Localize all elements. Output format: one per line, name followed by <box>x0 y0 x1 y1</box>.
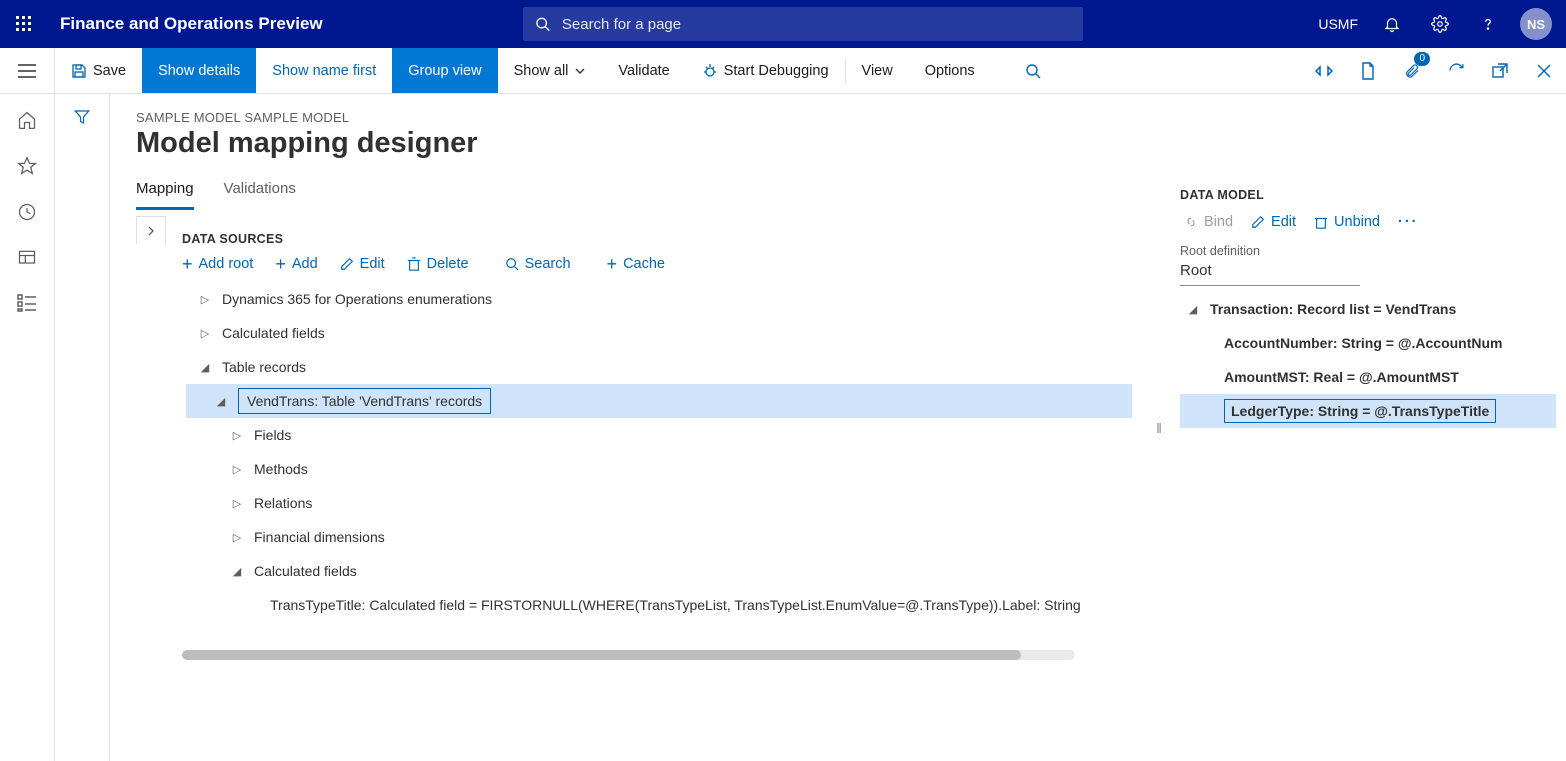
root-definition-value[interactable]: Root <box>1180 258 1360 286</box>
dm-node-ledger[interactable]: LedgerType: String = @.TransTypeTitle <box>1180 394 1556 428</box>
edit-button[interactable]: Edit <box>340 256 385 272</box>
filter-icon[interactable] <box>73 108 91 761</box>
trash-icon <box>1314 215 1328 229</box>
left-rail <box>0 94 55 761</box>
tree-node-financial-dimensions[interactable]: ▷Financial dimensions <box>186 520 1132 554</box>
dm-node-transaction[interactable]: ◢Transaction: Record list = VendTrans <box>1180 292 1556 326</box>
more-actions-icon[interactable]: ··· <box>1398 214 1419 230</box>
popout-icon[interactable] <box>1478 48 1522 93</box>
horizontal-scrollbar[interactable] <box>182 650 1075 660</box>
search-button[interactable]: Search <box>505 256 571 272</box>
view-button[interactable]: View <box>846 48 909 93</box>
data-source-tree: ▷Dynamics 365 for Operations enumeration… <box>182 282 1132 622</box>
show-all-label: Show all <box>514 63 569 79</box>
add-label: Add <box>292 256 318 272</box>
tree-node-table-records[interactable]: ◢Table records <box>186 350 1132 384</box>
attachment-icon[interactable]: 0 <box>1390 48 1434 93</box>
options-button[interactable]: Options <box>909 48 991 93</box>
unbind-label: Unbind <box>1334 214 1380 230</box>
page-title: Model mapping designer <box>136 127 1132 160</box>
validate-button[interactable]: Validate <box>602 48 685 93</box>
hamburger-icon[interactable] <box>0 48 55 93</box>
user-avatar[interactable]: NS <box>1514 0 1558 48</box>
command-bar: Save Show details Show name first Group … <box>0 48 1566 94</box>
root-definition-label: Root definition <box>1180 244 1556 258</box>
dm-edit-label: Edit <box>1271 214 1296 230</box>
unbind-button[interactable]: Unbind <box>1314 214 1380 230</box>
search-input[interactable] <box>560 15 1071 34</box>
start-debugging-button[interactable]: Start Debugging <box>686 48 845 93</box>
show-name-first-button[interactable]: Show name first <box>256 48 392 93</box>
tree-node-calc-fields-sub[interactable]: ◢Calculated fields <box>186 554 1132 588</box>
document-icon[interactable] <box>1346 48 1390 93</box>
show-all-button[interactable]: Show all <box>498 48 603 93</box>
tree-node-relations[interactable]: ▷Relations <box>186 486 1132 520</box>
close-icon[interactable] <box>1522 48 1566 93</box>
bind-label: Bind <box>1204 214 1233 230</box>
company-code[interactable]: USMF <box>1318 16 1366 32</box>
pencil-icon <box>340 257 354 271</box>
dm-node-account[interactable]: AccountNumber: String = @.AccountNum <box>1180 326 1556 360</box>
delete-button[interactable]: Delete <box>407 256 469 272</box>
tree-node-methods[interactable]: ▷Methods <box>186 452 1132 486</box>
search-icon <box>505 257 519 271</box>
dm-edit-button[interactable]: Edit <box>1251 214 1296 230</box>
pencil-icon <box>1251 215 1265 229</box>
add-button[interactable]: +Add <box>275 256 317 272</box>
delete-label: Delete <box>427 256 469 272</box>
help-icon[interactable] <box>1466 0 1510 48</box>
splitter-handle[interactable]: ‖ <box>1152 94 1166 761</box>
gear-icon[interactable] <box>1418 0 1462 48</box>
tree-node-vendtrans[interactable]: ◢VendTrans: Table 'VendTrans' records <box>186 384 1132 418</box>
save-button[interactable]: Save <box>55 48 142 93</box>
tree-node-enumerations[interactable]: ▷Dynamics 365 for Operations enumeration… <box>186 282 1132 316</box>
chevron-down-icon <box>574 65 586 77</box>
search-box[interactable] <box>523 7 1083 41</box>
data-sources-header: DATA SOURCES <box>182 232 1132 246</box>
start-debugging-label: Start Debugging <box>724 63 829 79</box>
home-icon[interactable] <box>17 110 37 130</box>
collapse-types-panel[interactable] <box>136 216 166 244</box>
search-icon <box>535 16 550 32</box>
attachment-badge: 0 <box>1414 52 1430 66</box>
app-title: Finance and Operations Preview <box>48 14 323 34</box>
search-label: Search <box>525 256 571 272</box>
data-model-header: DATA MODEL <box>1180 188 1556 202</box>
add-root-button[interactable]: +Add root <box>182 256 253 272</box>
tree-node-calculated-fields[interactable]: ▷Calculated fields <box>186 316 1132 350</box>
favorite-icon[interactable] <box>17 156 37 176</box>
save-icon <box>71 63 87 79</box>
bind-button: Bind <box>1184 214 1233 230</box>
modules-icon[interactable] <box>17 294 37 312</box>
tree-node-fields[interactable]: ▷Fields <box>186 418 1132 452</box>
cache-label: Cache <box>623 256 665 272</box>
waffle-icon[interactable] <box>0 0 48 48</box>
tab-validations[interactable]: Validations <box>224 174 296 210</box>
bell-icon[interactable] <box>1370 0 1414 48</box>
tree-node-transtype[interactable]: TransTypeTitle: Calculated field = FIRST… <box>186 588 1132 622</box>
add-root-label: Add root <box>199 256 254 272</box>
link-icon[interactable] <box>1302 48 1346 93</box>
workspace-icon[interactable] <box>17 248 37 268</box>
recent-icon[interactable] <box>17 202 37 222</box>
group-view-button[interactable]: Group view <box>392 48 497 93</box>
link-icon <box>1184 215 1198 229</box>
cache-button[interactable]: +Cache <box>607 256 665 272</box>
tab-mapping[interactable]: Mapping <box>136 174 194 210</box>
save-label: Save <box>93 63 126 79</box>
find-icon[interactable] <box>1011 48 1055 93</box>
show-details-button[interactable]: Show details <box>142 48 256 93</box>
filter-column <box>55 94 110 761</box>
dm-node-amount[interactable]: AmountMST: Real = @.AmountMST <box>1180 360 1556 394</box>
data-model-tree: ◢Transaction: Record list = VendTrans Ac… <box>1180 292 1556 428</box>
avatar-initials: NS <box>1527 17 1545 32</box>
edit-label: Edit <box>360 256 385 272</box>
debug-icon <box>702 63 718 79</box>
trash-icon <box>407 257 421 271</box>
top-bar: Finance and Operations Preview USMF NS <box>0 0 1566 48</box>
breadcrumb: SAMPLE MODEL SAMPLE MODEL <box>136 110 1132 125</box>
refresh-icon[interactable] <box>1434 48 1478 93</box>
